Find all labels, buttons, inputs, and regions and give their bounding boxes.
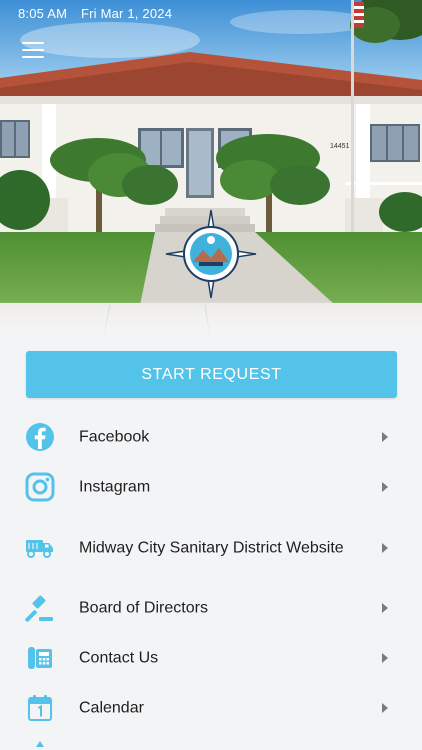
calendar-icon	[24, 692, 56, 724]
menu-item-website[interactable]: Midway City Sanitary District Website	[0, 512, 422, 583]
phone-icon	[24, 642, 56, 674]
status-date: Fri Mar 1, 2024	[81, 6, 173, 21]
menu-item-facebook[interactable]: Facebook	[0, 412, 422, 462]
chevron-right-icon	[382, 482, 388, 492]
menu-item-label: Contact Us	[79, 649, 159, 667]
menu-item-label: Instagram	[79, 478, 151, 496]
start-request-button[interactable]: START REQUEST	[26, 351, 397, 398]
menu-item-board-of-directors[interactable]: Board of Directors	[0, 583, 422, 633]
menu-list: Facebook Instagram Midway City Sanitary …	[0, 412, 422, 750]
menu-item-partial[interactable]	[0, 733, 422, 750]
menu-item-label: Midway City Sanitary District Website	[79, 539, 344, 556]
chevron-right-icon	[382, 542, 388, 553]
facebook-icon	[24, 421, 56, 453]
chevron-right-icon	[382, 432, 388, 442]
chevron-right-icon	[382, 653, 388, 663]
chevron-right-icon	[382, 603, 388, 613]
start-request-label: START REQUEST	[141, 365, 282, 383]
chevron-right-icon	[382, 703, 388, 713]
hero-image: 14451	[0, 0, 422, 338]
menu-item-label: Facebook	[79, 428, 150, 446]
partial-icon	[24, 735, 56, 750]
instagram-icon	[24, 471, 56, 503]
menu-item-contact-us[interactable]: Contact Us	[0, 633, 422, 683]
house-number: 14451	[330, 143, 350, 150]
status-bar: 8:05 AM Fri Mar 1, 2024	[0, 0, 422, 26]
menu-item-label: Board of Directors	[79, 599, 208, 617]
gavel-icon	[24, 592, 56, 624]
menu-item-label: Calendar	[79, 699, 144, 717]
menu-icon[interactable]	[22, 42, 46, 60]
status-time: 8:05 AM	[18, 6, 68, 21]
menu-item-instagram[interactable]: Instagram	[0, 462, 422, 512]
menu-item-calendar[interactable]: Calendar	[0, 683, 422, 733]
garbage-truck-icon	[24, 532, 56, 564]
app-screen: 14451 8:05 AM Fri Mar 1, 2024 START REQU…	[0, 0, 422, 750]
